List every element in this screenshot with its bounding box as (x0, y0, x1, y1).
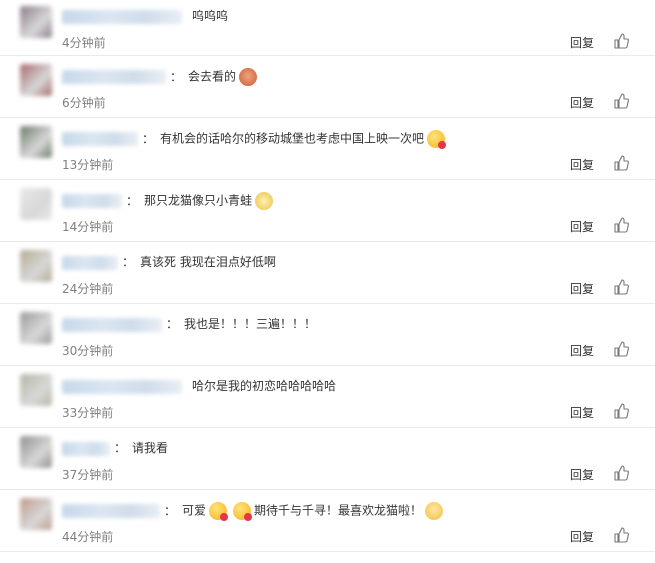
comment-line: ： 那只龙猫像只小青蛙 (62, 192, 276, 210)
comment-item: ： 请我看 37分钟前 回复 (0, 428, 655, 490)
thumbs-up-icon[interactable] (613, 33, 629, 49)
comment-time: 13分钟前 (62, 158, 114, 172)
reply-button[interactable]: 回复 (570, 404, 594, 421)
comment-text: 真该死 我现在泪点好低啊 (140, 255, 276, 269)
reply-button[interactable]: 回复 (570, 156, 594, 173)
comment-time: 24分钟前 (62, 282, 114, 296)
separator: ： (170, 69, 183, 84)
username-link[interactable] (62, 255, 118, 270)
reply-button[interactable]: 回复 (570, 342, 594, 359)
thumbs-up-icon[interactable] (613, 465, 629, 481)
reply-button[interactable]: 回复 (570, 218, 594, 235)
reply-button[interactable]: 回复 (570, 280, 594, 297)
separator: ： (142, 131, 155, 146)
username-link[interactable] (62, 317, 162, 332)
reply-button[interactable]: 回复 (570, 528, 594, 545)
comment-text: 有机会的话哈尔的移动城堡也考虑中国上映一次吧 (160, 131, 425, 146)
comment-time: 37分钟前 (62, 468, 114, 482)
username-link[interactable] (62, 132, 138, 146)
comment-time: 6分钟前 (62, 96, 106, 110)
comment-time: 30分钟前 (62, 344, 114, 358)
reply-button[interactable]: 回复 (570, 94, 594, 111)
thumbs-up-icon[interactable] (613, 403, 629, 419)
avatar[interactable] (20, 498, 52, 530)
comment-text: 哈尔是我的初恋哈哈哈哈哈 (192, 379, 337, 393)
thumbs-up-icon[interactable] (613, 93, 629, 109)
comment-text: 期待千与千寻！最喜欢龙猫啦！ (254, 503, 423, 518)
avatar[interactable] (20, 188, 52, 220)
username-link[interactable] (62, 504, 160, 518)
sad-emoji-icon (425, 502, 444, 520)
separator: ： (126, 193, 139, 208)
avatar[interactable] (20, 374, 52, 406)
thumbs-up-icon[interactable] (613, 527, 629, 543)
kiss-emoji-icon (427, 130, 447, 149)
separator: ： (164, 503, 177, 518)
comment-line: ： 可爱 期待千与千寻！最喜欢龙猫啦！ (62, 502, 446, 521)
username-link[interactable] (62, 441, 110, 456)
comment-text: 我也是！！！三遍！！！ (184, 317, 317, 331)
comment-item: ： 我也是！！！三遍！！！ 30分钟前 回复 (0, 304, 655, 366)
username-link[interactable] (62, 70, 166, 84)
username-link[interactable] (62, 194, 122, 208)
frog-emoji-icon (255, 192, 274, 210)
comment-text: 可爱 (182, 503, 207, 518)
comment-text: 呜呜呜 (192, 9, 229, 23)
separator: ： (122, 255, 135, 269)
reply-button[interactable]: 回复 (570, 34, 594, 51)
comment-line: ： 真该死 我现在泪点好低啊 (62, 254, 276, 270)
comment-item: 呜呜呜 4分钟前 回复 (0, 0, 655, 56)
comment-item: ： 有机会的话哈尔的移动城堡也考虑中国上映一次吧 13分钟前 回复 (0, 118, 655, 180)
avatar[interactable] (20, 64, 52, 96)
separator: ： (166, 317, 179, 331)
comment-list: 呜呜呜 4分钟前 回复：会去看的 6分钟前 回复：有机会的话哈尔的移动城堡也考虑中国上映… (0, 0, 655, 552)
thumbs-up-icon[interactable] (613, 279, 629, 295)
kiss-emoji-icon (209, 502, 229, 521)
comment-time: 14分钟前 (62, 220, 114, 234)
avatar[interactable] (20, 6, 52, 38)
comment-time: 33分钟前 (62, 406, 114, 420)
comment-line: 哈尔是我的初恋哈哈哈哈哈 (62, 378, 336, 394)
comment-text: 会去看的 (188, 69, 237, 84)
comment-line: ： 会去看的 (62, 68, 260, 86)
comment-item: ： 会去看的 6分钟前 回复 (0, 56, 655, 118)
comment-line: ： 请我看 (62, 440, 168, 456)
doge-emoji-icon (239, 68, 258, 86)
thumbs-up-icon[interactable] (613, 217, 629, 233)
username-link[interactable] (62, 9, 182, 24)
comment-line: ： 我也是！！！三遍！！！ (62, 316, 316, 332)
comment-item: ： 那只龙猫像只小青蛙 14分钟前 回复 (0, 180, 655, 242)
separator: ： (114, 441, 127, 455)
comment-item: ： 可爱 期待千与千寻！最喜欢龙猫啦！ 44分钟前 回复 (0, 490, 655, 552)
kiss-emoji-icon (233, 502, 253, 521)
comment-text: 那只龙猫像只小青蛙 (144, 193, 253, 208)
comment-time: 44分钟前 (62, 530, 114, 544)
comment-item: ： 真该死 我现在泪点好低啊 24分钟前 回复 (0, 242, 655, 304)
comment-time: 4分钟前 (62, 36, 106, 50)
comment-line: 呜呜呜 (62, 8, 228, 24)
thumbs-up-icon[interactable] (613, 341, 629, 357)
comment-text: 请我看 (132, 441, 169, 455)
comment-line: ： 有机会的话哈尔的移动城堡也考虑中国上映一次吧 (62, 130, 448, 149)
username-link[interactable] (62, 379, 182, 394)
comment-item: 哈尔是我的初恋哈哈哈哈哈 33分钟前 回复 (0, 366, 655, 428)
avatar[interactable] (20, 312, 52, 344)
thumbs-up-icon[interactable] (613, 155, 629, 171)
avatar[interactable] (20, 126, 52, 158)
reply-button[interactable]: 回复 (570, 466, 594, 483)
avatar[interactable] (20, 436, 52, 468)
avatar[interactable] (20, 250, 52, 282)
